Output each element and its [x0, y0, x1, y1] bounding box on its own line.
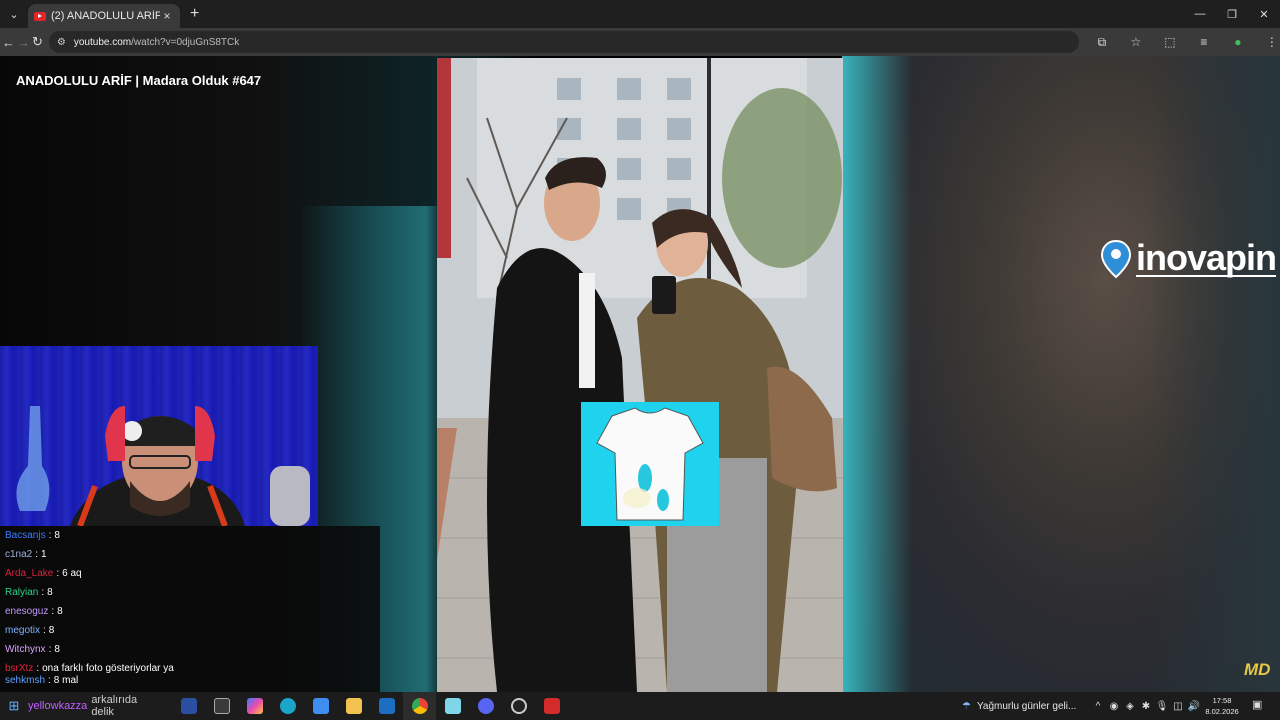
widgets-icon[interactable]	[172, 692, 205, 720]
restore-icon[interactable]: ❐	[1216, 0, 1248, 28]
extensions-icon[interactable]: ⬚	[1153, 35, 1187, 50]
network-icon[interactable]: ◫	[1170, 701, 1186, 712]
chat-message: megotix:8	[5, 625, 55, 636]
chat-text: 8	[54, 644, 60, 655]
obs-icon[interactable]	[502, 692, 535, 720]
stream-title: ANADOLULU ARİF | Madara Olduk #647	[16, 73, 262, 88]
chat-text: arkalırıda delik	[91, 694, 138, 718]
back-arrow-icon[interactable]: ←	[2, 28, 15, 56]
reading-list-icon[interactable]: ≡	[1187, 35, 1221, 50]
clock-date: 8.02.2026	[1205, 707, 1239, 716]
steam-icon[interactable]: ◉	[1106, 701, 1122, 712]
close-window-icon[interactable]: ✕	[1248, 0, 1280, 28]
chat-message: enesoguz:8	[5, 606, 63, 617]
embedded-video[interactable]	[437, 58, 843, 692]
address-bar[interactable]: ⚙ youtube.com /watch?v=0djuGnS8TCk	[48, 31, 1079, 53]
chat-username: Witchynx	[5, 644, 46, 655]
task-view-icon[interactable]	[205, 692, 238, 720]
tray-chevron-icon[interactable]: ^	[1090, 701, 1106, 712]
video-stage[interactable]: ANADOLULU ARİF | Madara Olduk #647 Bacsa…	[0, 56, 1280, 692]
chat-username: Arda_Lake	[5, 568, 54, 579]
chat-message: c1na2:1	[5, 549, 47, 560]
sponsor-logo: inovapin	[1100, 237, 1277, 279]
file-explorer-icon[interactable]	[337, 692, 370, 720]
browser-toolbar: ← → ↻ ⚙ youtube.com /watch?v=0djuGnS8TCk…	[0, 28, 1280, 56]
chat-message: Witchynx:8	[5, 644, 60, 655]
chat-text: 8 mal	[53, 675, 79, 686]
system-tray: ^ ◉ ◈ ✱ 🎙 ◫ 🔊	[1090, 692, 1202, 720]
clock-time: 17:58	[1212, 696, 1232, 705]
chat-username: Ralyian	[5, 587, 39, 598]
blurred-background	[842, 56, 1280, 692]
streamer-webcam	[0, 346, 318, 526]
url-path: /watch?v=0djuGnS8TCk	[131, 36, 240, 48]
chat-username: Bacsanjs	[5, 530, 46, 541]
chat-username: c1na2	[5, 549, 33, 560]
streaming-app-icon[interactable]	[535, 692, 568, 720]
windows-start-icon[interactable]: ⊞	[0, 698, 28, 714]
chat-username: sehkmsh	[5, 675, 46, 686]
chat-text: 6 aq	[62, 568, 82, 579]
brand-name: inovapin	[1136, 237, 1277, 278]
browser-tab-strip: ⌄ (2) ANADOLULU ARİF | Madara × + — ❐ ✕	[0, 0, 1280, 28]
toolbar-icons: ⧉ ☆ ⬚ ≡ ● ⋮	[1085, 35, 1280, 50]
chat-username: yellowkazza	[28, 700, 88, 712]
install-app-icon[interactable]: ⧉	[1085, 35, 1119, 50]
site-info-icon[interactable]: ⚙	[57, 37, 66, 48]
discord-icon[interactable]	[469, 692, 502, 720]
tab-title: (2) ANADOLULU ARİF | Madara	[51, 10, 160, 22]
chat-text: 8	[54, 530, 60, 541]
tray-app-icon[interactable]: ◈	[1122, 701, 1138, 712]
chat-text: 8	[48, 625, 55, 636]
chat-panel: Bacsanjs:8 c1na2:1 Arda_Lake:6 aq Ralyia…	[0, 526, 380, 692]
edge-icon[interactable]	[271, 692, 304, 720]
minimize-icon[interactable]: —	[1184, 0, 1216, 28]
street-scene	[437, 58, 843, 692]
microphone-icon[interactable]: 🎙	[1154, 701, 1170, 712]
tab-close-icon[interactable]: ×	[160, 9, 174, 23]
new-tab-button[interactable]: +	[190, 5, 199, 23]
store-icon[interactable]	[304, 692, 337, 720]
tab-youtube[interactable]: (2) ANADOLULU ARİF | Madara ×	[28, 4, 180, 28]
chat-message: sehkmsh:8 mal	[5, 675, 79, 686]
forward-arrow-icon[interactable]: →	[17, 28, 30, 56]
youtube-favicon-icon	[34, 11, 46, 21]
window-controls: — ❐ ✕	[1184, 0, 1280, 28]
reload-icon[interactable]: ↻	[32, 28, 43, 56]
taskbar-search[interactable]: yellowkazza arkalırıda delik	[28, 692, 137, 720]
chat-message: Ralyian:8	[5, 587, 53, 598]
umbrella-icon: ☂	[962, 700, 971, 712]
chat-text: 1	[41, 549, 47, 560]
bookmark-star-icon[interactable]: ☆	[1119, 35, 1153, 50]
chat-text: 8	[57, 606, 63, 617]
bluetooth-icon[interactable]: ✱	[1138, 701, 1154, 712]
map-pin-icon	[1100, 239, 1132, 279]
weather-widget[interactable]: ☂ Yağmurlu günler geli...	[962, 692, 1076, 720]
os-taskbar: ⊞ yellowkazza arkalırıda delik ☂ Yağmurl…	[0, 692, 1280, 720]
copilot-icon[interactable]	[238, 692, 271, 720]
webcam-overlay	[0, 346, 318, 526]
chat-username: megotix	[5, 625, 41, 636]
taskbar-apps	[172, 692, 568, 720]
chat-text: 8	[47, 587, 53, 598]
chat-message: Bacsanjs:8	[5, 530, 60, 541]
chat-username: enesoguz	[5, 606, 49, 617]
profile-avatar-icon[interactable]: ●	[1221, 35, 1255, 50]
outlook-icon[interactable]	[370, 692, 403, 720]
weather-text: Yağmurlu günler geli...	[976, 700, 1077, 712]
url-host: youtube.com	[73, 36, 132, 48]
channel-watermark: MD	[1244, 660, 1271, 679]
notepad-icon[interactable]	[436, 692, 469, 720]
tab-search-chevron-icon[interactable]: ⌄	[0, 0, 28, 28]
chat-message: Arda_Lake:6 aq	[5, 568, 82, 579]
more-menu-icon[interactable]: ⋮	[1255, 35, 1280, 50]
chrome-icon[interactable]	[403, 692, 436, 720]
notifications-icon[interactable]: ▣	[1252, 698, 1262, 711]
taskbar-clock[interactable]: 17:58 8.02.2026	[1198, 695, 1246, 717]
